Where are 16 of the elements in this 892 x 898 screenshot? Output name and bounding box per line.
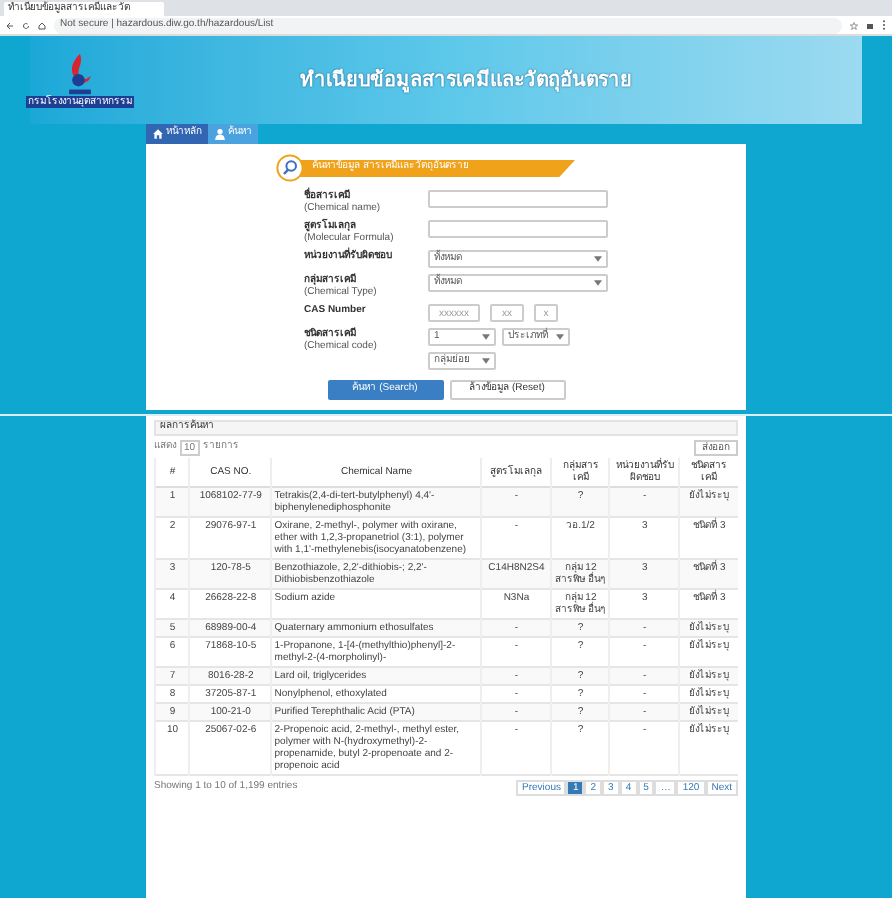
caret-icon (556, 334, 564, 340)
user-icon (214, 128, 226, 140)
reload-icon[interactable] (22, 21, 30, 29)
star-icon[interactable] (850, 21, 858, 29)
caret-icon (594, 280, 602, 286)
home-icon[interactable] (38, 21, 46, 29)
home-icon (152, 128, 164, 140)
caret-icon (482, 358, 490, 364)
text-field[interactable] (428, 220, 608, 238)
caret-icon (482, 334, 490, 340)
search-icon (276, 154, 304, 182)
logo-icon (66, 52, 94, 96)
text-field[interactable] (428, 190, 608, 208)
back-icon[interactable] (6, 21, 14, 29)
caret-icon (594, 256, 602, 262)
site-title: ทำเนียบข้อมูลสารเคมีและวัตถุอันตราย (300, 66, 632, 95)
